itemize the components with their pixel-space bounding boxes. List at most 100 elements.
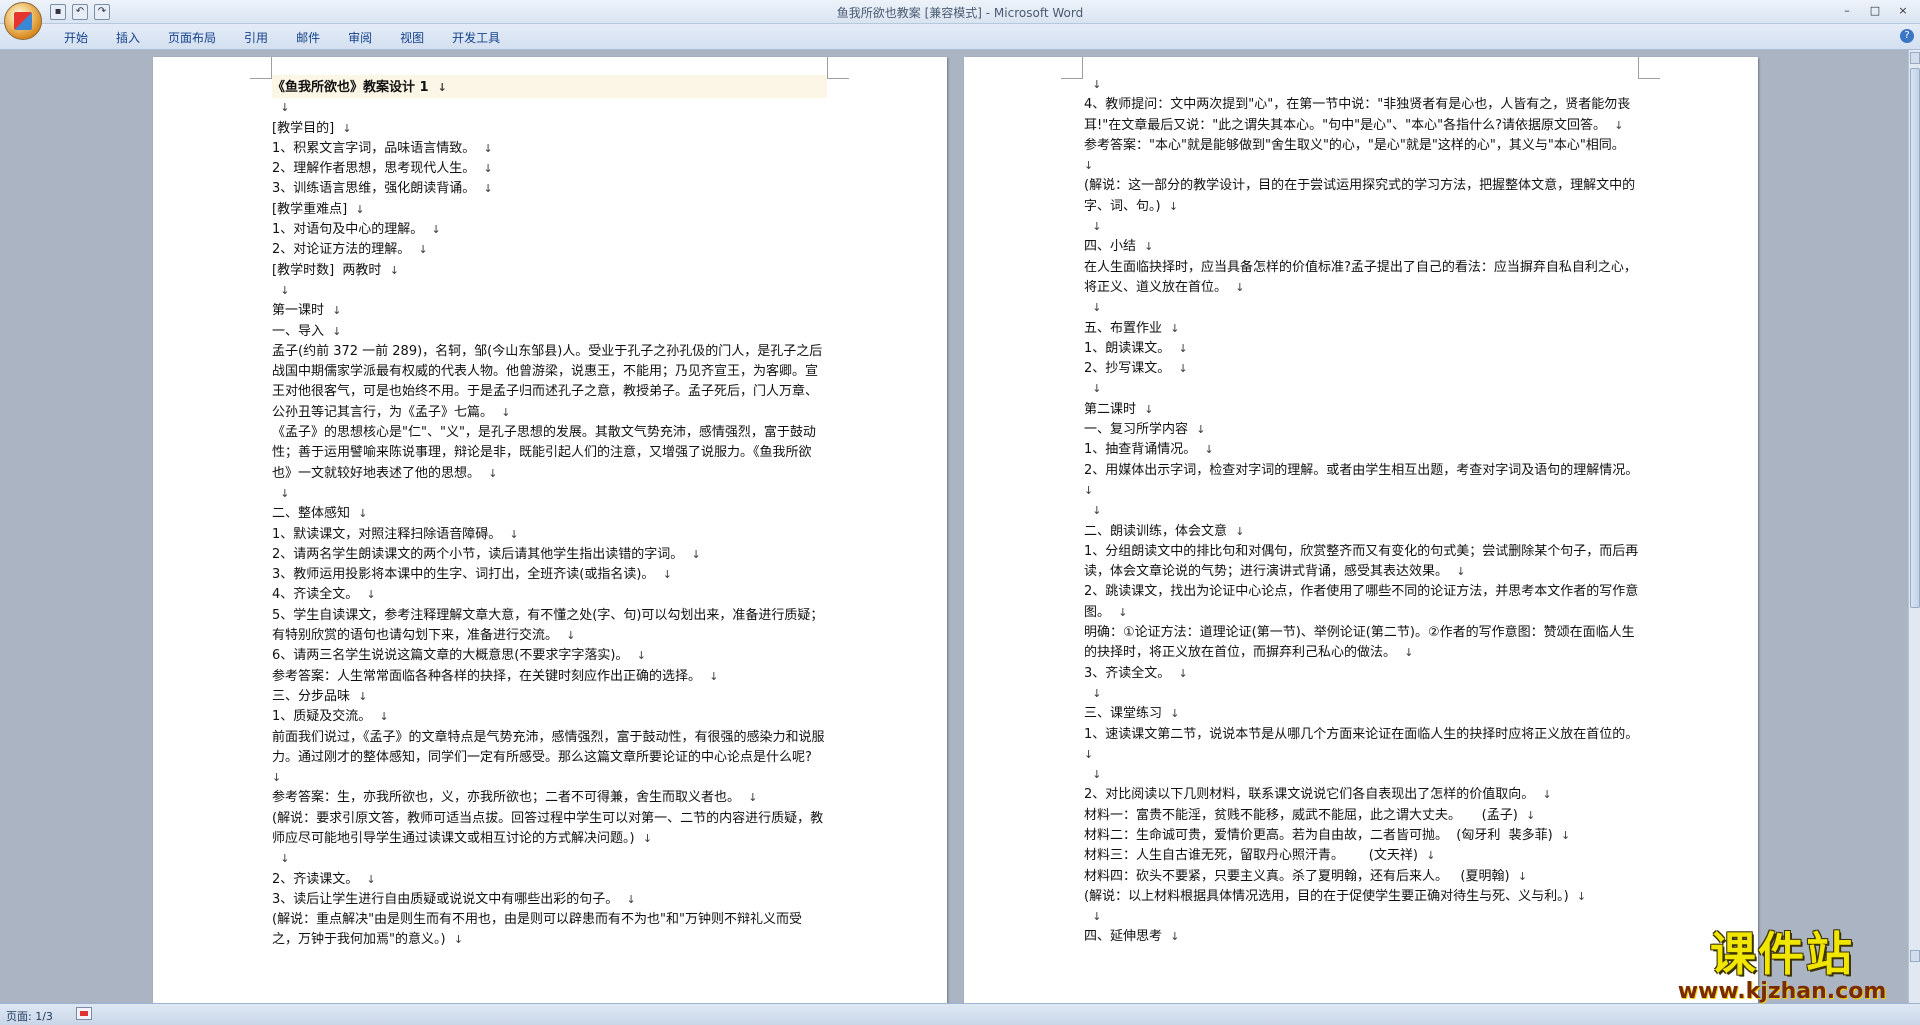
tab-insert[interactable]: 插入 (102, 29, 154, 46)
document-paragraph[interactable]: 3、训练语言思维，强化朗读背诵。 ↓ (272, 179, 827, 199)
paragraph-mark-icon: ↓ (1092, 220, 1102, 234)
document-paragraph[interactable]: 孟子(约前 372 一前 289)，名轲，邹(今山东邹县)人。受业于孔子之孙孔伋… (272, 342, 827, 423)
page-indicator[interactable]: 页面: 1/3 (6, 1008, 53, 1024)
minimize-button[interactable]: – (1834, 2, 1860, 20)
document-paragraph[interactable]: 材料二：生命诚可贵，爱情价更高。若为自由故，二者皆可抛。 (匈牙利 裴多菲) ↓ (1084, 826, 1639, 846)
document-paragraph[interactable]: 1、质疑及交流。 ↓ (272, 707, 827, 727)
tab-mailings[interactable]: 邮件 (282, 29, 334, 46)
document-paragraph[interactable]: 1、对语句及中心的理解。 ↓ (272, 220, 827, 240)
document-paragraph[interactable]: 二、朗读训练，体会文意 ↓ (1084, 522, 1639, 542)
document-paragraph[interactable]: 参考答案："本心"就是能够做到"舍生取义"的心，"是心"就是"这样的心"，其义与… (1084, 136, 1639, 177)
document-paragraph[interactable]: (解说：重点解决"由是则生而有不用也，由是则可以辟患而有不为也"和"万钟则不辩礼… (272, 910, 827, 951)
document-paragraph[interactable]: 1、积累文言字词，品味语言情致。 ↓ (272, 139, 827, 159)
document-paragraph[interactable]: 3、教师运用投影将本课中的生字、词打出，全班齐读(或指名读)。 ↓ (272, 565, 827, 585)
document-paragraph[interactable]: ↓ (1084, 907, 1639, 927)
paragraph-mark-icon: ↓ (483, 162, 493, 176)
scroll-up-button[interactable] (1910, 52, 1920, 64)
document-paragraph[interactable]: ↓ (1084, 765, 1639, 785)
document-paragraph[interactable]: 6、请两三名学生说说这篇文章的大概意思(不要求字字落实)。 ↓ (272, 646, 827, 666)
redo-icon[interactable]: ↷ (94, 4, 110, 20)
tab-developer[interactable]: 开发工具 (438, 29, 514, 46)
tab-view[interactable]: 视图 (386, 29, 438, 46)
proofing-icon[interactable] (76, 1007, 92, 1020)
tab-references[interactable]: 引用 (230, 29, 282, 46)
tab-review[interactable]: 审阅 (334, 29, 386, 46)
document-paragraph[interactable]: 三、课堂练习 ↓ (1084, 704, 1639, 724)
vertical-scrollbar[interactable] (1908, 50, 1920, 1003)
document-paragraph[interactable]: 二、整体感知 ↓ (272, 504, 827, 524)
document-paragraph[interactable]: 一、导入 ↓ (272, 322, 827, 342)
document-paragraph[interactable]: 1、分组朗读文中的排比句和对偶句，欣赏整齐而又有变化的句式美；尝试删除某个句子，… (1084, 542, 1639, 583)
document-paragraph[interactable]: 四、延伸思考 ↓ (1084, 927, 1639, 947)
document-paragraph[interactable]: 2、请两名学生朗读课文的两个小节，读后请其他学生指出读错的字词。 ↓ (272, 545, 827, 565)
document-paragraph[interactable]: ↓ (272, 281, 827, 301)
document-paragraph[interactable]: 三、分步品味 ↓ (272, 687, 827, 707)
document-paragraph[interactable]: 材料三：人生自古谁无死，留取丹心照汗青。 (文天祥) ↓ (1084, 846, 1639, 866)
document-paragraph[interactable]: 第一课时 ↓ (272, 301, 827, 321)
document-paragraph[interactable]: 2、理解作者思想，思考现代人生。 ↓ (272, 159, 827, 179)
document-paragraph[interactable]: 第二课时 ↓ (1084, 400, 1639, 420)
maximize-button[interactable]: □ (1862, 2, 1888, 20)
paragraph-mark-icon: ↓ (642, 831, 653, 845)
document-paragraph[interactable]: 2、对论证方法的理解。 ↓ (272, 240, 827, 260)
document-paragraph[interactable]: 五、布置作业 ↓ (1084, 319, 1639, 339)
document-paragraph[interactable]: 《鱼我所欲也》教案设计 1 ↓ (272, 75, 827, 99)
document-paragraph[interactable]: 2、用媒体出示字词，检查对字词的理解。或者由学生相互出题，考查对字词及语句的理解… (1084, 461, 1639, 502)
page-2-text[interactable]: ↓ 4、教师提问：文中两次提到"心"，在第一节中说："非独贤者有是心也，人皆有之，… (1084, 75, 1639, 948)
crop-mark (250, 57, 272, 79)
document-paragraph[interactable]: ↓ (1084, 298, 1639, 318)
document-paragraph[interactable]: ↓ (272, 98, 827, 118)
document-paragraph[interactable]: (解说：这一部分的教学设计，目的在于尝试运用探究式的学习方法，把握整体文意，理解… (1084, 176, 1639, 217)
document-paragraph[interactable]: ↓ (272, 849, 827, 869)
document-paragraph[interactable]: 3、读后让学生进行自由质疑或说说文中有哪些出彩的句子。 ↓ (272, 890, 827, 910)
document-page-1[interactable]: 《鱼我所欲也》教案设计 1 ↓ ↓ [教学目的] ↓ 1、积累文言字词，品味语言情致… (153, 57, 947, 1003)
document-paragraph[interactable]: ↓ (1084, 75, 1639, 95)
document-paragraph[interactable]: 4、教师提问：文中两次提到"心"，在第一节中说："非独贤者有是心也，人皆有之，贤… (1084, 95, 1639, 136)
document-paragraph[interactable]: 2、齐读课文。 ↓ (272, 870, 827, 890)
paragraph-mark-icon: ↓ (509, 527, 519, 541)
document-paragraph[interactable]: 2、跳读课文，找出为论证中心论点，作者使用了哪些不同的论证方法，并思考本文作者的… (1084, 582, 1639, 623)
tab-home[interactable]: 开始 (50, 29, 102, 46)
office-button[interactable] (4, 2, 42, 40)
scrollbar-thumb[interactable] (1910, 68, 1920, 608)
document-paragraph[interactable]: 3、齐读全文。 ↓ (1084, 664, 1639, 684)
document-paragraph[interactable]: 材料一：富贵不能淫，贫贱不能移，威武不能屈，此之谓大丈夫。 (孟子) ↓ (1084, 806, 1639, 826)
document-paragraph[interactable]: 1、朗读课文。 ↓ (1084, 339, 1639, 359)
document-paragraph[interactable]: 1、抽查背诵情况。 ↓ (1084, 440, 1639, 460)
document-paragraph[interactable]: 明确：①论证方法：道理论证(第一节)、举例论证(第二节)。②作者的写作意图：赞颂… (1084, 623, 1639, 664)
document-paragraph[interactable]: 前面我们说过，《孟子》的文章特点是气势充沛，感情强烈，富于鼓动性，有很强的感染力… (272, 728, 827, 789)
document-page-2[interactable]: ↓ 4、教师提问：文中两次提到"心"，在第一节中说："非独贤者有是心也，人皆有之，… (964, 57, 1758, 1003)
help-icon[interactable]: ? (1900, 29, 1914, 43)
document-paragraph[interactable]: (解说：要求引原文答，教师可适当点拔。回答过程中学生可以对第一、二节的内容进行质… (272, 809, 827, 850)
document-paragraph[interactable]: 5、学生自读课文，参考注释理解文章大意，有不懂之处(字、句)可以勾划出来，准备进… (272, 606, 827, 647)
document-paragraph[interactable]: 1、速读课文第二节，说说本节是从哪几个方面来论证在面临人生的抉择时应将正义放在首… (1084, 725, 1639, 766)
document-paragraph[interactable]: 参考答案：生，亦我所欲也，义，亦我所欲也；二者不可得兼，舍生而取义者也。 ↓ (272, 788, 827, 808)
document-paragraph[interactable]: 1、默读课文，对照注释扫除语音障碍。 ↓ (272, 525, 827, 545)
document-paragraph[interactable]: 四、小结 ↓ (1084, 237, 1639, 257)
document-paragraph[interactable]: 4、齐读全文。 ↓ (272, 585, 827, 605)
save-icon[interactable]: ▪ (50, 4, 66, 20)
document-paragraph[interactable]: 在人生面临抉择时，应当具备怎样的价值标准?孟子提出了自己的看法：应当摒弃自私自利… (1084, 258, 1639, 299)
document-paragraph[interactable]: [教学重难点] ↓ (272, 200, 827, 220)
document-paragraph[interactable]: [教学时数] 两教时 ↓ (272, 261, 827, 281)
document-paragraph[interactable]: ↓ (272, 484, 827, 504)
document-paragraph[interactable]: ↓ (1084, 684, 1639, 704)
document-paragraph[interactable]: 2、抄写课文。 ↓ (1084, 359, 1639, 379)
document-paragraph[interactable]: ↓ (1084, 217, 1639, 237)
page-1-text[interactable]: 《鱼我所欲也》教案设计 1 ↓ ↓ [教学目的] ↓ 1、积累文言字词，品味语言情致… (272, 75, 827, 951)
document-paragraph[interactable]: 《孟子》的思想核心是"仁"、"义"，是孔子思想的发展。其散文气势充沛，感情强烈，… (272, 423, 827, 484)
document-paragraph[interactable]: ↓ (1084, 501, 1639, 521)
paragraph-mark-icon: ↓ (1178, 362, 1188, 376)
document-paragraph[interactable]: (解说：以上材料根据具体情况选用，目的在于促使学生要正确对待生与死、义与利。) … (1084, 887, 1639, 907)
close-button[interactable]: × (1890, 2, 1916, 20)
scroll-down-button[interactable] (1910, 950, 1920, 962)
tab-page-layout[interactable]: 页面布局 (154, 29, 230, 46)
document-paragraph[interactable]: [教学目的] ↓ (272, 119, 827, 139)
document-paragraph[interactable]: 参考答案：人生常常面临各种各样的抉择，在关键时刻应作出正确的选择。 ↓ (272, 667, 827, 687)
document-paragraph[interactable]: 2、对比阅读以下几则材料，联系课文说说它们各自表现出了怎样的价值取向。 ↓ (1084, 785, 1639, 805)
undo-icon[interactable]: ↶ (72, 4, 88, 20)
document-paragraph[interactable]: 一、复习所学内容 ↓ (1084, 420, 1639, 440)
paragraph-mark-icon: ↓ (1170, 930, 1180, 944)
document-paragraph[interactable]: 材料四：砍头不要紧，只要主义真。杀了夏明翰，还有后来人。 (夏明翰) ↓ (1084, 867, 1639, 887)
document-paragraph[interactable]: ↓ (1084, 379, 1639, 399)
